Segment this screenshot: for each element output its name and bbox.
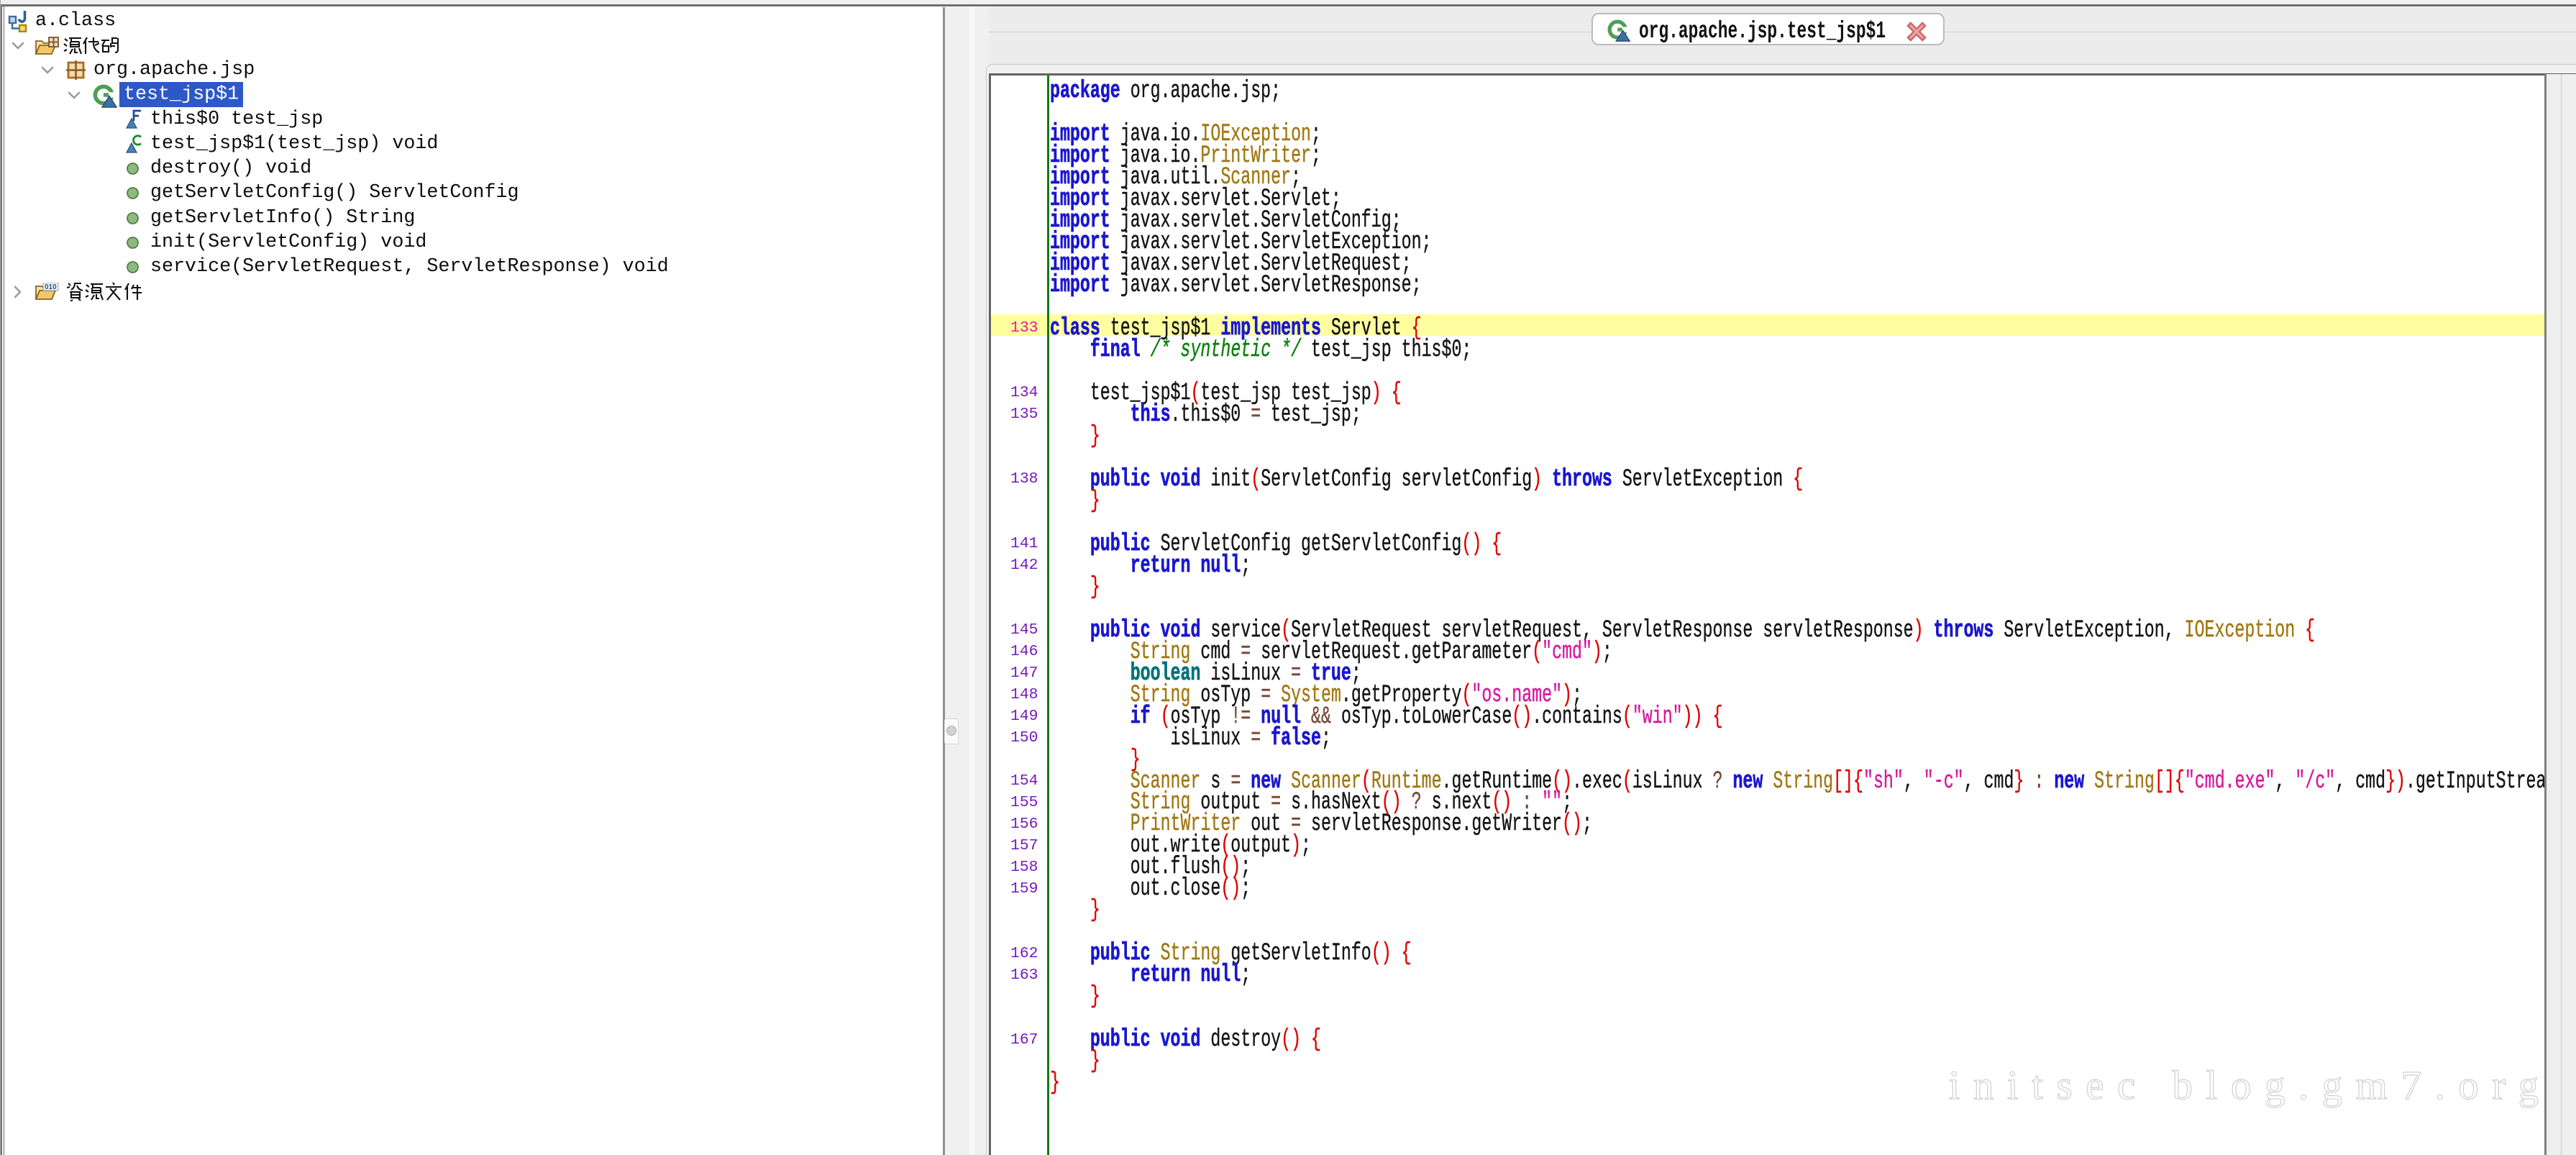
svg-text:010: 010 [45, 283, 57, 291]
